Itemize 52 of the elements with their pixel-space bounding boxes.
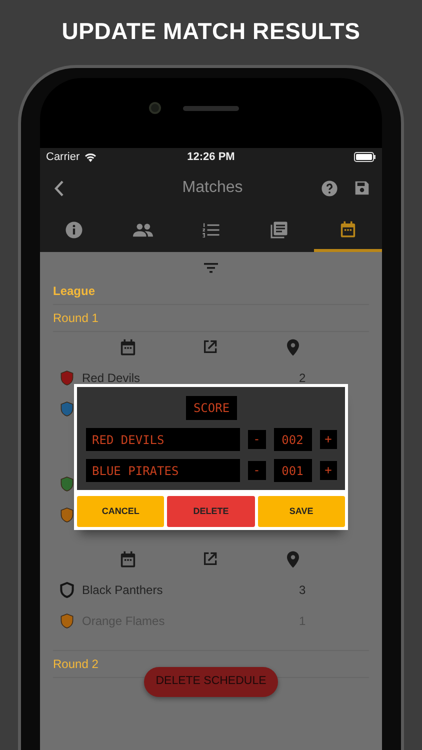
- increment-button[interactable]: +: [320, 461, 337, 480]
- camera-icon: [149, 102, 161, 114]
- people-icon: [132, 222, 153, 236]
- open-link-button[interactable]: [202, 339, 218, 355]
- round-title[interactable]: Round 1: [53, 309, 98, 327]
- save-button[interactable]: [354, 180, 370, 196]
- location-button[interactable]: [286, 338, 299, 356]
- documents-icon: [270, 220, 288, 238]
- round-title[interactable]: Round 2: [53, 655, 98, 673]
- calendar-icon: [120, 550, 136, 568]
- filter-icon: [204, 263, 218, 273]
- calendar-button[interactable]: [120, 338, 136, 356]
- section-title: League: [53, 284, 369, 305]
- filter-button[interactable]: [204, 263, 218, 273]
- team-name-field[interactable]: BLUE PIRATES: [86, 459, 240, 482]
- chevron-left-icon: [54, 180, 64, 196]
- numbered-list-icon: [202, 222, 220, 238]
- calendar-icon: [340, 221, 356, 238]
- help-button[interactable]: [321, 180, 338, 196]
- team-score: 2: [299, 370, 306, 384]
- team-score: 3: [299, 582, 306, 596]
- team-name-field[interactable]: RED DEVILS: [86, 428, 240, 451]
- save-icon: [354, 180, 370, 196]
- team-name: Red Devils: [82, 370, 142, 386]
- battery-icon: [354, 152, 376, 162]
- delete-button[interactable]: DELETE: [167, 496, 255, 527]
- external-link-icon: [202, 551, 218, 567]
- wifi-icon: [84, 152, 97, 162]
- speaker-icon: [183, 106, 239, 111]
- open-link-button[interactable]: [202, 551, 218, 567]
- carrier-label: Carrier: [46, 150, 80, 165]
- back-button[interactable]: [54, 180, 64, 196]
- info-icon: [65, 220, 84, 238]
- location-pin-icon: [286, 550, 299, 568]
- headline: UPDATE MATCH RESULTS: [60, 17, 362, 46]
- increment-button[interactable]: +: [320, 430, 337, 449]
- decrement-button[interactable]: -: [248, 461, 266, 480]
- help-icon: [321, 180, 338, 196]
- score-field[interactable]: 002: [274, 428, 312, 451]
- dialog-title: SCORE: [186, 396, 237, 420]
- calendar-button[interactable]: [120, 550, 136, 568]
- location-button[interactable]: [286, 550, 299, 568]
- location-pin-icon: [286, 338, 299, 356]
- decrement-button[interactable]: -: [248, 430, 266, 449]
- clock-time: 12:26 PM: [187, 150, 235, 165]
- score-field[interactable]: 001: [274, 459, 312, 482]
- external-link-icon: [202, 339, 218, 355]
- screen-title: Matches: [181, 178, 244, 198]
- team-name: Black Panthers: [82, 582, 164, 598]
- dialog-button[interactable]: SAVE: [258, 496, 345, 527]
- calendar-icon: [120, 338, 136, 356]
- dialog-button[interactable]: CANCEL: [77, 496, 164, 527]
